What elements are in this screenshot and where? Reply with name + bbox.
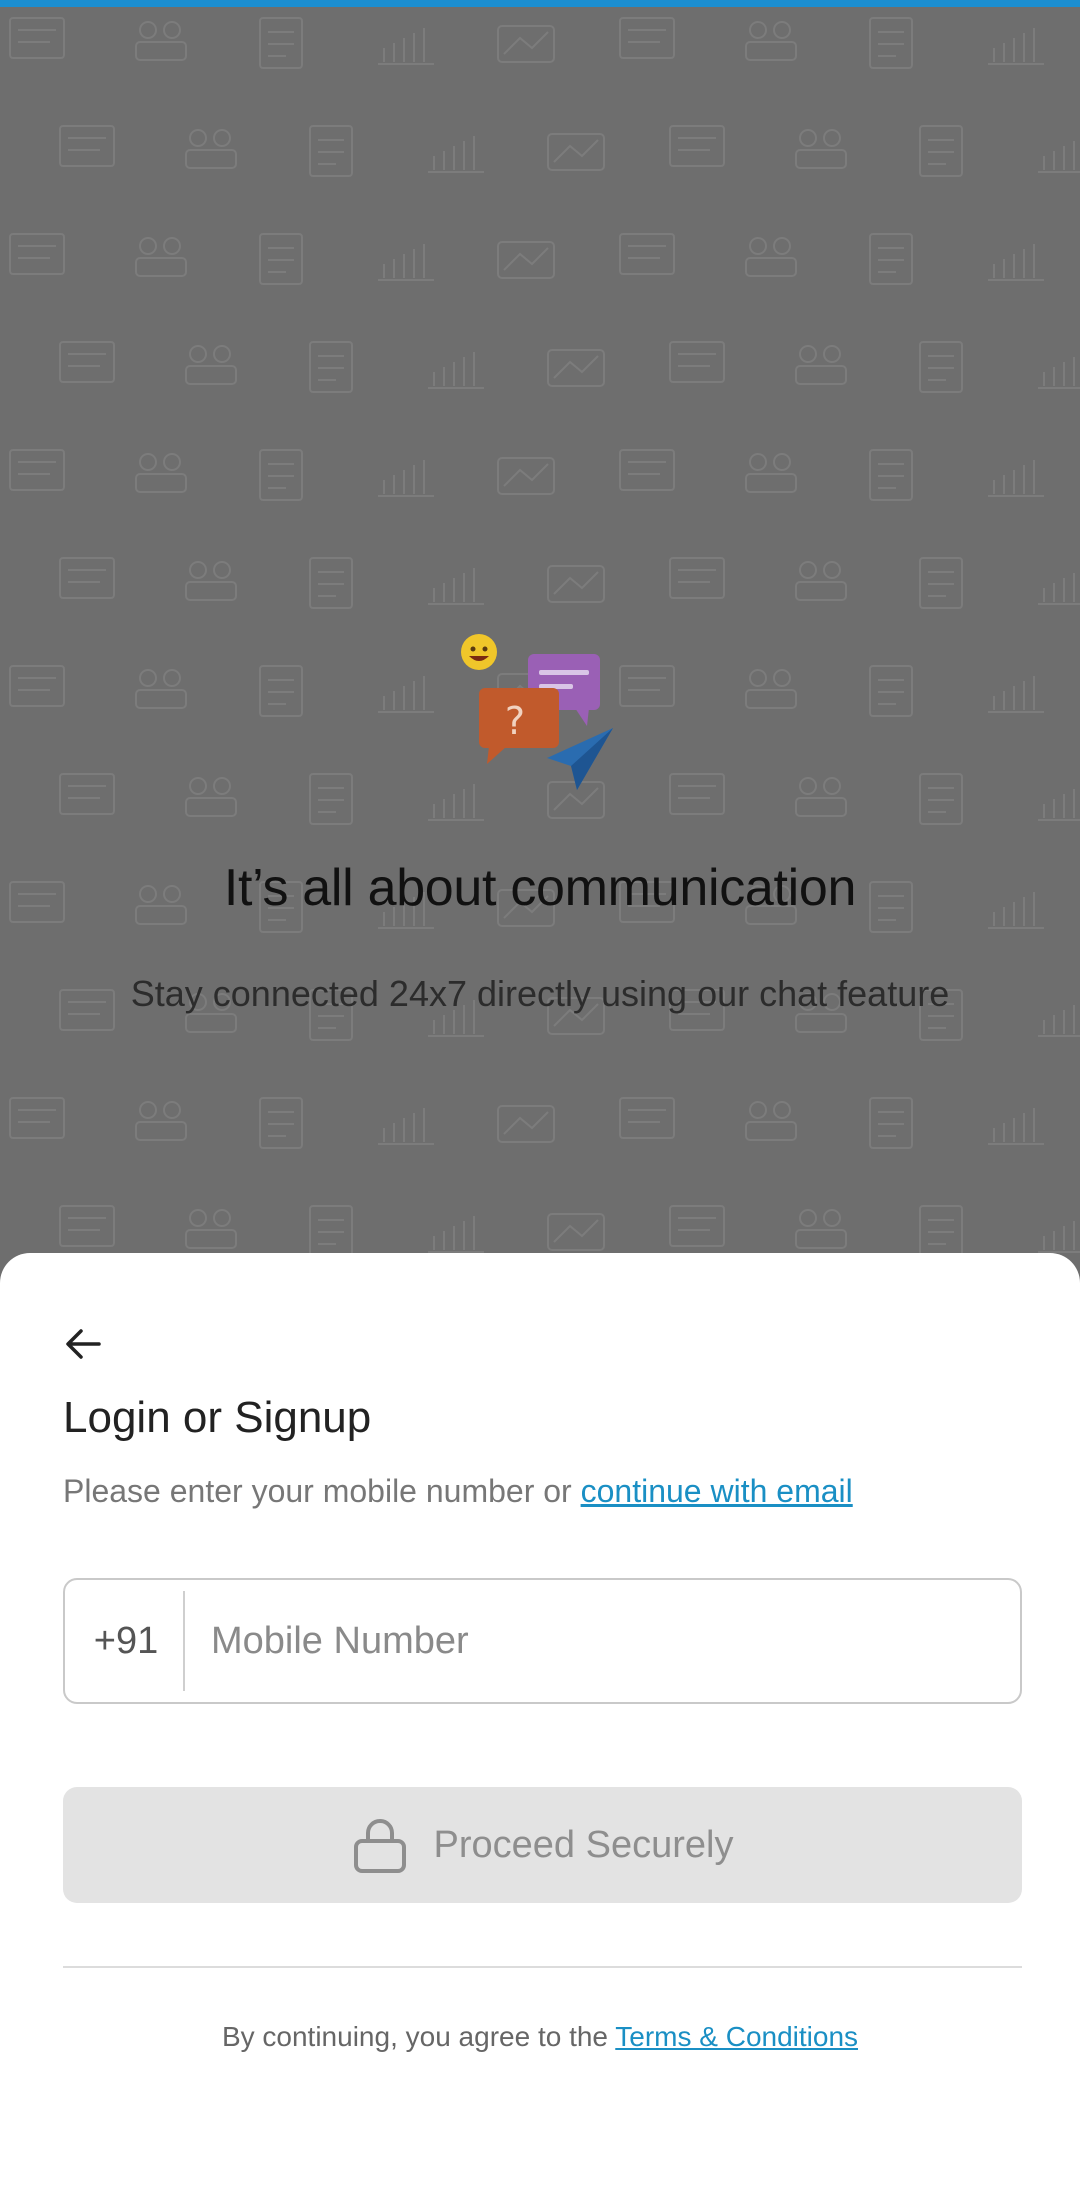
terms-conditions-link[interactable]: Terms & Conditions: [615, 2021, 858, 2052]
proceed-securely-button[interactable]: Proceed Securely: [63, 1787, 1022, 1903]
login-bottom-sheet: Login or Signup Please enter your mobile…: [0, 1253, 1080, 2204]
divider: [63, 1966, 1022, 1968]
terms-notice: By continuing, you agree to the Terms & …: [0, 2021, 1080, 2053]
login-title: Login or Signup: [63, 1393, 372, 1442]
hero-title: It’s all about communication: [223, 859, 857, 917]
hero-subtitle: Stay connected 24x7 directly using our c…: [130, 973, 950, 1014]
top-progress-bar: [0, 0, 1080, 7]
mobile-number-field[interactable]: +91: [63, 1578, 1022, 1704]
lock-icon: [353, 1819, 406, 1873]
arrow-left-icon: [66, 1329, 101, 1359]
proceed-securely-label: Proceed Securely: [433, 1823, 734, 1866]
svg-text:?: ?: [505, 699, 525, 743]
continue-with-email-link[interactable]: continue with email: [581, 1473, 853, 1509]
country-code[interactable]: +91: [65, 1620, 183, 1663]
terms-text: By continuing, you agree to the: [221, 2021, 616, 2052]
login-subtitle: Please enter your mobile number or conti…: [63, 1473, 853, 1510]
back-button[interactable]: [58, 1319, 108, 1369]
chat-bubbles-icon: ?: [461, 634, 613, 790]
login-subtitle-text: Please enter your mobile number or: [63, 1473, 581, 1509]
mobile-number-input[interactable]: [185, 1580, 1020, 1702]
